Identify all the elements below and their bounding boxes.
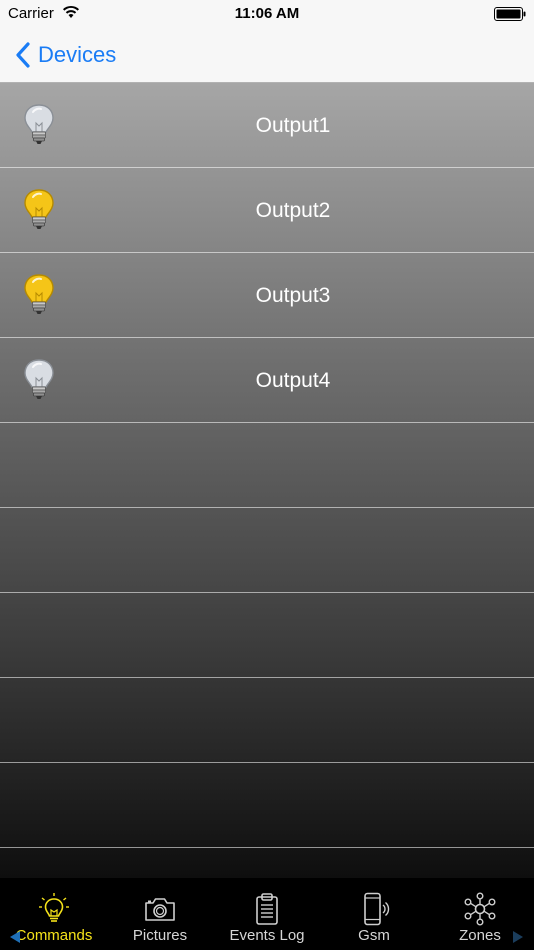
camera-icon bbox=[145, 898, 175, 921]
output-row[interactable]: Output1 bbox=[0, 83, 534, 168]
output-row[interactable]: Output4 bbox=[0, 338, 534, 423]
output-label: Output1 bbox=[255, 113, 331, 137]
status-time: 11:06 AM bbox=[234, 5, 300, 22]
lightbulb-off-icon bbox=[24, 359, 54, 399]
empty-row bbox=[0, 678, 534, 763]
tab-label: Gsm bbox=[358, 927, 390, 944]
output-label: Output3 bbox=[255, 283, 331, 307]
clipboard-icon bbox=[256, 893, 278, 925]
output-list: Output1 Output2 Output3 Output4 bbox=[0, 83, 534, 878]
empty-row bbox=[0, 593, 534, 678]
nav-bar: Devices bbox=[0, 30, 534, 82]
phone-icon bbox=[364, 892, 390, 926]
top-bar: Carrier 11:06 AM Devices bbox=[0, 0, 534, 83]
lightbulb-off-icon bbox=[24, 104, 54, 144]
back-button[interactable]: Devices bbox=[14, 38, 116, 72]
output-row[interactable]: Output3 bbox=[0, 253, 534, 338]
network-icon bbox=[464, 892, 496, 926]
tab-pictures[interactable]: Pictures bbox=[107, 878, 213, 950]
output-row[interactable]: Output2 bbox=[0, 168, 534, 253]
lightbulb-on-icon bbox=[24, 274, 54, 314]
back-button-label: Devices bbox=[38, 42, 117, 67]
tab-label: Pictures bbox=[132, 927, 188, 944]
lightbulb-on-icon bbox=[24, 189, 54, 229]
scroll-right-arrow-icon[interactable] bbox=[512, 930, 524, 944]
output-label: Output2 bbox=[255, 198, 331, 222]
tab-bar: Commands Pictures Events Log Gsm Zones bbox=[0, 878, 534, 950]
tab-gsm[interactable]: Gsm bbox=[321, 878, 427, 950]
output-label: Output4 bbox=[255, 368, 331, 392]
status-bar: Carrier 11:06 AM bbox=[0, 0, 534, 30]
tab-label: Events Log bbox=[229, 927, 305, 944]
scroll-left-arrow-icon[interactable] bbox=[9, 930, 21, 944]
battery-icon bbox=[494, 7, 526, 21]
empty-row bbox=[0, 508, 534, 593]
chevron-left-icon bbox=[16, 42, 30, 68]
lightbulb-icon bbox=[39, 893, 69, 922]
empty-row bbox=[0, 423, 534, 508]
empty-row bbox=[0, 763, 534, 848]
tab-events-log[interactable]: Events Log bbox=[214, 878, 320, 950]
